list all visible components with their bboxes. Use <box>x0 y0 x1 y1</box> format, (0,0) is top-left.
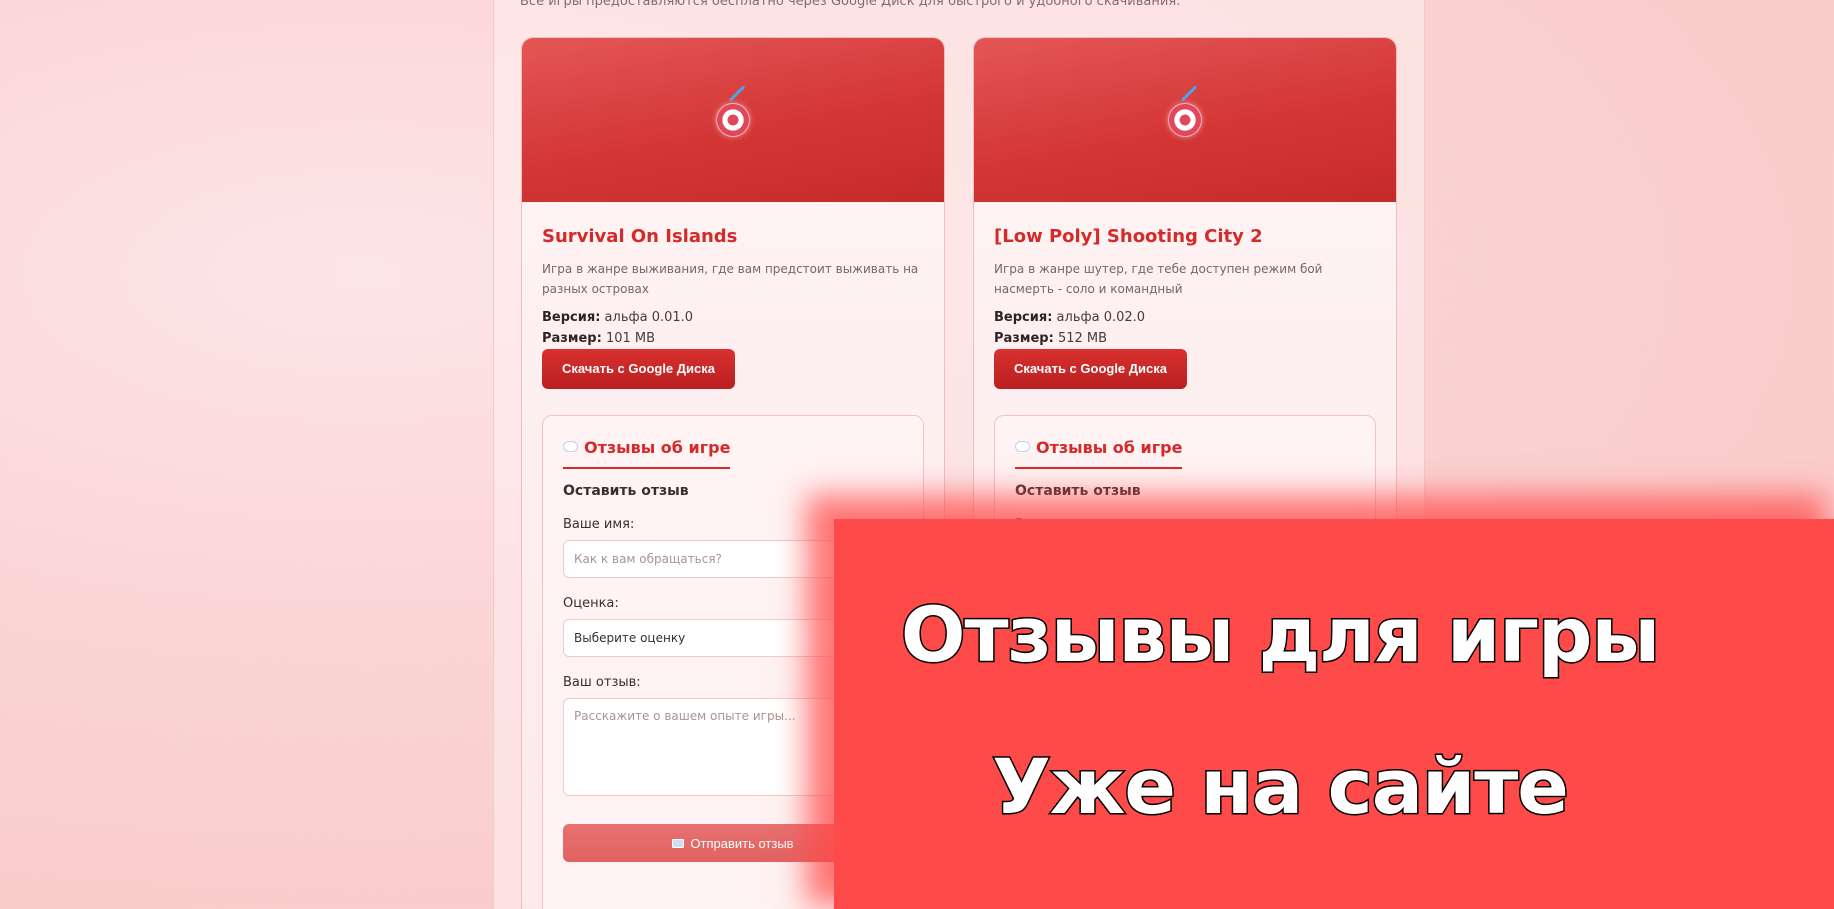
download-button[interactable]: Скачать с Google Диска <box>994 349 1187 389</box>
reviews-header: Отзывы об игре <box>1015 438 1183 469</box>
game-banner <box>522 38 944 202</box>
game-version: Версия: альфа 0.01.0 <box>542 310 694 325</box>
game-title: [Low Poly] Shooting City 2 <box>994 226 1263 247</box>
game-size: Размер: 512 MB <box>994 331 1108 346</box>
reviews-header: Отзывы об игре <box>563 438 731 469</box>
game-version: Версия: альфа 0.02.0 <box>994 310 1146 325</box>
leave-review-title: Оставить отзыв <box>1015 483 1141 499</box>
rating-select-value: Выберите оценку <box>574 631 686 645</box>
target-icon <box>1168 103 1202 137</box>
target-icon <box>716 103 750 137</box>
promo-headline: Отзывы для игры <box>899 589 1661 681</box>
promo-overlay <box>834 519 1834 909</box>
intro-text: Все игры предоставляются бесплатно через… <box>520 0 1181 9</box>
game-description: Игра в жанре шутер, где тебе доступен ре… <box>994 262 1323 296</box>
speech-bubble-icon <box>1015 441 1030 452</box>
envelope-icon <box>672 838 685 848</box>
download-button[interactable]: Скачать с Google Диска <box>542 349 735 389</box>
promo-subheadline: Уже на сайте <box>991 741 1571 833</box>
game-size: Размер: 101 MB <box>542 331 656 346</box>
leave-review-title: Оставить отзыв <box>563 483 689 499</box>
speech-bubble-icon <box>563 441 578 452</box>
game-banner <box>974 38 1396 202</box>
game-description: Игра в жанре выживания, где вам предстои… <box>542 262 919 296</box>
game-title: Survival On Islands <box>542 226 738 247</box>
